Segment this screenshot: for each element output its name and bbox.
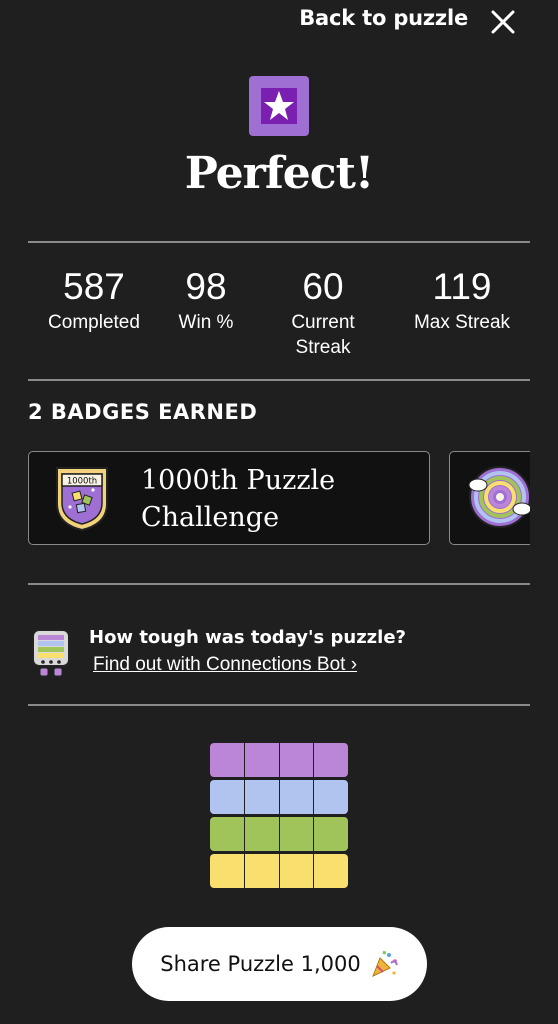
result-title: Perfect! xyxy=(184,148,374,199)
grid-cell xyxy=(279,817,314,851)
stat-value: 587 xyxy=(63,266,125,307)
result-grid xyxy=(210,743,348,891)
stat-label: Max Streak xyxy=(413,312,511,333)
grid-row xyxy=(210,817,348,851)
stat-label: Completed xyxy=(48,312,140,333)
stat-value: 60 xyxy=(302,266,344,307)
close-icon[interactable] xyxy=(490,9,516,35)
badge-card-2[interactable] xyxy=(449,451,530,545)
grid-row xyxy=(210,854,348,888)
grid-cell xyxy=(314,743,348,777)
stat-label: Current Streak xyxy=(291,312,355,358)
stat-current-streak: 60 Current Streak xyxy=(273,266,373,360)
share-label: Share Puzzle 1,000 xyxy=(160,952,361,976)
grid-cell xyxy=(210,817,244,851)
grid-row xyxy=(210,780,348,814)
stat-win-percent: 98 Win % xyxy=(166,266,246,335)
grid-row xyxy=(210,743,348,777)
grid-cell xyxy=(244,743,279,777)
stat-label: Win % xyxy=(178,312,234,333)
badges-heading: 2 BADGES EARNED xyxy=(28,400,258,424)
rainbow-badge-icon xyxy=(468,466,530,528)
grid-cell xyxy=(279,780,314,814)
divider xyxy=(28,241,530,243)
shield-badge-icon: 1000th xyxy=(56,467,108,532)
grid-cell xyxy=(279,854,314,888)
stat-max-streak: 119 Max Streak xyxy=(402,266,522,335)
bot-question: How tough was today's puzzle? xyxy=(89,627,406,648)
grid-cell xyxy=(314,817,348,851)
badge-name: 1000th Puzzle Challenge xyxy=(141,465,336,533)
badge-card-1000th[interactable]: 1000th 1000th Puzzle Challenge xyxy=(28,451,430,545)
stat-value: 98 xyxy=(185,266,227,307)
star-icon xyxy=(249,76,309,136)
party-popper-icon xyxy=(371,950,398,977)
grid-cell xyxy=(244,854,279,888)
stat-completed: 587 Completed xyxy=(38,266,150,335)
grid-cell xyxy=(279,743,314,777)
share-puzzle-button[interactable]: Share Puzzle 1,000 xyxy=(132,927,427,1001)
divider xyxy=(28,379,530,381)
robot-icon xyxy=(32,629,70,677)
badge-carousel-overflow xyxy=(430,440,530,560)
grid-cell xyxy=(244,817,279,851)
stat-value: 119 xyxy=(432,266,492,307)
grid-cell xyxy=(210,854,244,888)
grid-cell xyxy=(244,780,279,814)
back-to-puzzle-link[interactable]: Back to puzzle xyxy=(299,6,468,30)
grid-cell xyxy=(314,780,348,814)
divider xyxy=(28,704,530,706)
top-bar: Back to puzzle xyxy=(0,0,558,42)
badge-seal-text: 1000th xyxy=(67,477,97,487)
divider xyxy=(28,583,530,585)
grid-cell xyxy=(210,780,244,814)
connections-bot-link[interactable]: Find out with Connections Bot › xyxy=(93,654,357,676)
grid-cell xyxy=(314,854,348,888)
grid-cell xyxy=(210,743,244,777)
